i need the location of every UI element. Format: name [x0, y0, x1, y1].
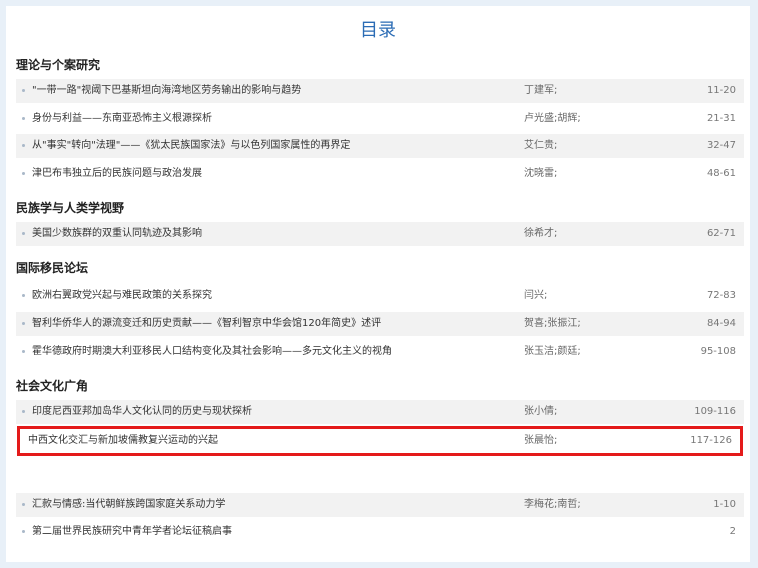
- article-row[interactable]: 从"事实"转向"法理"——《犹太民族国家法》与以色列国家属性的再界定 艾仁贵; …: [16, 134, 744, 158]
- article-title-link[interactable]: 美国少数族群的双重认同轨迹及其影响: [32, 222, 202, 246]
- page-title: 目录: [360, 20, 396, 41]
- article-authors: 李梅花;南哲;: [524, 499, 581, 510]
- article-pages: 2: [729, 526, 736, 537]
- article-title-link[interactable]: 津巴布韦独立后的民族问题与政治发展: [32, 162, 202, 186]
- article-pages: 117-126: [690, 435, 732, 446]
- article-title-link[interactable]: 智利华侨华人的源流变迁和历史贡献——《智利智京中华会馆120年简史》述评: [32, 312, 381, 336]
- bullet-icon: [22, 530, 25, 533]
- bullet-icon: [22, 144, 25, 147]
- bullet-icon: [22, 503, 25, 506]
- article-title-link[interactable]: 霍华德政府时期澳大利亚移民人口结构变化及其社会影响——多元文化主义的视角: [32, 340, 392, 364]
- article-authors: 闫兴;: [524, 290, 548, 301]
- article-authors: 沈晓雷;: [524, 168, 558, 179]
- article-authors: 艾仁贵;: [524, 140, 558, 151]
- article-title-link[interactable]: 欧洲右翼政党兴起与难民政策的关系探究: [32, 284, 212, 308]
- bullet-icon: [22, 172, 25, 175]
- article-title-link[interactable]: 中西文化交汇与新加坡儒教复兴运动的兴起: [28, 429, 218, 453]
- article-pages: 32-47: [706, 140, 736, 151]
- bullet-icon: [22, 89, 25, 92]
- article-pages: 21-31: [706, 113, 736, 124]
- article-row[interactable]: 第二届世界民族研究中青年学者论坛征稿启事 2: [16, 520, 744, 544]
- article-authors: 丁建军;: [524, 85, 558, 96]
- article-title-link[interactable]: 汇款与情感:当代朝鲜族跨国家庭关系动力学: [32, 493, 225, 517]
- article-authors: 贺喜;张振江;: [524, 318, 581, 329]
- article-title-link[interactable]: "一带一路"视阈下巴基斯坦向海湾地区劳务输出的影响与趋势: [32, 79, 301, 103]
- article-title-link[interactable]: 身份与利益——东南亚恐怖主义根源探析: [32, 107, 212, 131]
- article-row[interactable]: 印度尼西亚邦加岛华人文化认同的历史与现状探析 张小倩; 109-116: [16, 400, 744, 424]
- article-row-highlighted[interactable]: 中西文化交汇与新加坡儒教复兴运动的兴起 张晨怡; 117-126: [17, 426, 743, 456]
- article-authors: 卢光盛;胡辉;: [524, 113, 581, 124]
- article-title-link[interactable]: 第二届世界民族研究中青年学者论坛征稿启事: [32, 520, 232, 544]
- article-row[interactable]: 津巴布韦独立后的民族问题与政治发展 沈晓雷; 48-61: [16, 162, 744, 186]
- article-authors: 张小倩;: [524, 406, 558, 417]
- article-title-link[interactable]: 从"事实"转向"法理"——《犹太民族国家法》与以色列国家属性的再界定: [32, 134, 350, 158]
- article-pages: 11-20: [706, 85, 736, 96]
- section-heading: 理论与个案研究: [16, 58, 101, 72]
- article-row[interactable]: 汇款与情感:当代朝鲜族跨国家庭关系动力学 李梅花;南哲; 1-10: [16, 493, 744, 517]
- article-authors: 张玉洁;颜廷;: [524, 346, 581, 357]
- bullet-icon: [22, 350, 25, 353]
- bullet-icon: [22, 294, 25, 297]
- article-pages: 62-71: [706, 228, 736, 239]
- article-row[interactable]: 霍华德政府时期澳大利亚移民人口结构变化及其社会影响——多元文化主义的视角 张玉洁…: [16, 340, 744, 364]
- article-row[interactable]: 美国少数族群的双重认同轨迹及其影响 徐希才; 62-71: [16, 222, 744, 246]
- article-title-link[interactable]: 印度尼西亚邦加岛华人文化认同的历史与现状探析: [32, 400, 252, 424]
- bullet-icon: [22, 117, 25, 120]
- article-authors: 张晨怡;: [524, 435, 558, 446]
- toc-panel: 目录 理论与个案研究 "一带一路"视阈下巴基斯坦向海湾地区劳务输出的影响与趋势 …: [6, 6, 750, 562]
- article-row[interactable]: "一带一路"视阈下巴基斯坦向海湾地区劳务输出的影响与趋势 丁建军; 11-20: [16, 79, 744, 103]
- article-row[interactable]: 身份与利益——东南亚恐怖主义根源探析 卢光盛;胡辉; 21-31: [16, 107, 744, 131]
- article-authors: 徐希才;: [524, 228, 558, 239]
- article-pages: 95-108: [700, 346, 736, 357]
- article-row[interactable]: 欧洲右翼政党兴起与难民政策的关系探究 闫兴; 72-83: [16, 284, 744, 308]
- bullet-icon: [22, 232, 25, 235]
- article-pages: 72-83: [706, 290, 736, 301]
- section-heading: 社会文化广角: [16, 379, 89, 393]
- article-row[interactable]: 智利华侨华人的源流变迁和历史贡献——《智利智京中华会馆120年简史》述评 贺喜;…: [16, 312, 744, 336]
- article-pages: 109-116: [694, 406, 736, 417]
- bullet-icon: [22, 410, 25, 413]
- bullet-icon: [22, 322, 25, 325]
- article-pages: 84-94: [706, 318, 736, 329]
- article-pages: 1-10: [713, 499, 736, 510]
- section-heading: 民族学与人类学视野: [16, 201, 125, 215]
- article-pages: 48-61: [706, 168, 736, 179]
- section-heading: 国际移民论坛: [16, 261, 89, 275]
